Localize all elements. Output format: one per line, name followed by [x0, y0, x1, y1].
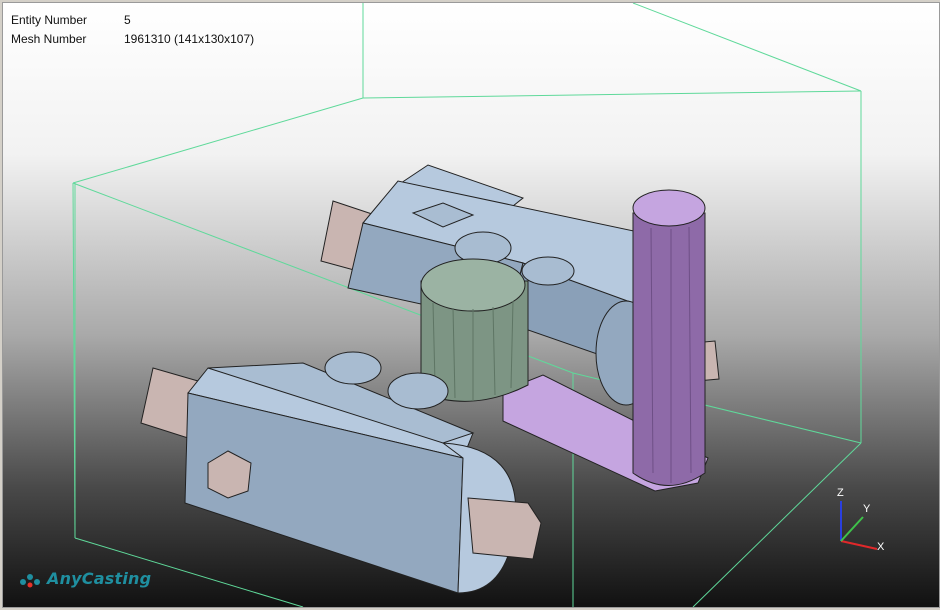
mesh-number-value: 1961310 (141x130x107) [124, 32, 255, 46]
front-motor-front-shaft [467, 497, 542, 560]
mesh-number-label: Mesh Number [11, 32, 87, 46]
axis-y-label: Y [863, 503, 871, 515]
entity-number-label: Entity Number [11, 13, 88, 27]
axis-triad [840, 501, 878, 550]
anycasting-logo-text: AnyCasting [47, 569, 152, 588]
3d-viewport[interactable]: Entity Number 5 Mesh Number 1961310 (141… [2, 2, 940, 608]
anycasting-logo: AnyCasting [17, 569, 151, 588]
purple-riser [632, 189, 706, 486]
entity-number-value: 5 [124, 13, 131, 27]
axis-x-label: X [877, 541, 885, 553]
scene-canvas[interactable] [3, 3, 939, 607]
anycasting-logo-icon [20, 573, 40, 587]
axis-z-label: Z [837, 487, 844, 499]
